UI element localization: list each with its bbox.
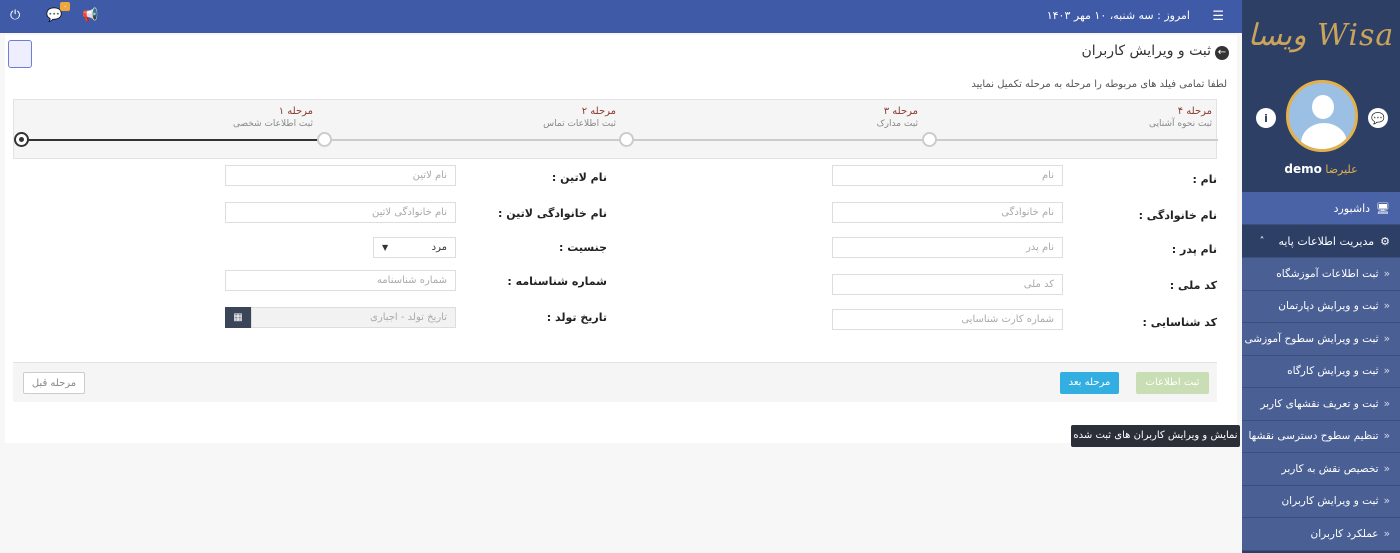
- double-chevron-icon: «: [1383, 462, 1390, 475]
- instruction-text: لطفا تمامی فیلد های مربوطه را مرحله به م…: [971, 79, 1227, 90]
- step-4[interactable]: مرحله ۴ ثبت نحوه آشنایی: [1149, 106, 1212, 129]
- name-input[interactable]: نام: [832, 165, 1063, 186]
- double-chevron-icon: «: [1383, 495, 1390, 508]
- step-1[interactable]: مرحله ۱ ثبت اطلاعات شخصی: [233, 106, 313, 129]
- form-panel: ←ثبت و ویرایش کاربران لطفا تمامی فیلد ها…: [5, 35, 1237, 443]
- sidebar-tooltip: نمایش و ویرایش کاربران های ثبت شده: [1071, 425, 1240, 447]
- latin-name-input[interactable]: نام لاتین: [225, 165, 456, 186]
- notification-badge: ۰: [60, 2, 71, 11]
- sidebar: Wisa ویسا 💬 i علیرضا demo 🖥 داشبورد ⚙ مد…: [1242, 0, 1400, 553]
- gender-label: جنسیت :: [559, 241, 607, 254]
- name-label: نام :: [1192, 173, 1217, 186]
- sidebar-item-levels[interactable]: «ثبت و ویرایش سطوح آموزشی: [1242, 323, 1400, 356]
- family-label: نام خانوادگی :: [1138, 209, 1217, 222]
- power-icon[interactable]: ⏻: [10, 8, 20, 23]
- prev-step-button[interactable]: مرحله قبل: [23, 372, 85, 394]
- step-dot-4[interactable]: [922, 132, 937, 147]
- sidebar-item-access-levels[interactable]: «تنظیم سطوح دسترسی نقشها: [1242, 420, 1400, 453]
- info-icon[interactable]: i: [1256, 108, 1276, 128]
- profile-area: 💬 i علیرضا demo: [1242, 70, 1400, 192]
- birth-date-input[interactable]: تاریخ تولد - اجباری: [251, 307, 456, 328]
- sidebar-item-users[interactable]: «ثبت و ویرایش کاربران: [1242, 485, 1400, 518]
- double-chevron-icon: «: [1383, 300, 1390, 313]
- monitor-icon: 🖥: [1376, 201, 1390, 215]
- shenasname-input[interactable]: شماره شناسنامه: [225, 270, 456, 291]
- chat-bubble-icon[interactable]: 💬: [1368, 108, 1388, 128]
- hamburger-menu-icon[interactable]: ☰: [1212, 9, 1224, 24]
- thumbnail-image[interactable]: [8, 40, 32, 68]
- wisa-logo: Wisa ویسا: [1247, 17, 1395, 53]
- calendar-icon[interactable]: ▦: [225, 307, 251, 328]
- user-name: علیرضا demo: [1284, 162, 1358, 176]
- logo-area: Wisa ویسا: [1242, 0, 1400, 70]
- sidebar-group-base-info[interactable]: ⚙ مدیریت اطلاعات پایه ˄: [1242, 225, 1400, 258]
- family-input[interactable]: نام خانوادگی: [832, 202, 1063, 223]
- shenasname-label: شماره شناسنامه :: [507, 275, 607, 288]
- birth-date-label: تاریخ تولد :: [546, 311, 607, 324]
- latin-name-label: نام لاتین :: [551, 171, 607, 184]
- back-arrow-icon[interactable]: ←: [1215, 46, 1229, 60]
- id-code-label: کد شناسایی :: [1142, 316, 1217, 329]
- progress-fill: [22, 139, 327, 141]
- form-footer: ثبت اطلاعات مرحله بعد مرحله قبل: [13, 362, 1217, 402]
- sidebar-item-dashboard[interactable]: 🖥 داشبورد: [1242, 192, 1400, 225]
- national-code-input[interactable]: کد ملی: [832, 274, 1063, 295]
- wizard-stepper: مرحله ۱ ثبت اطلاعات شخصی مرحله ۲ ثبت اطل…: [13, 99, 1218, 159]
- sidebar-item-assign-role[interactable]: «تخصیص نقش به کاربر: [1242, 453, 1400, 486]
- save-button[interactable]: ثبت اطلاعات: [1136, 372, 1209, 394]
- avatar: [1286, 80, 1358, 152]
- latin-family-label: نام خانوادگی لاتین :: [498, 207, 607, 220]
- double-chevron-icon: «: [1383, 397, 1390, 410]
- step-dot-3[interactable]: [619, 132, 634, 147]
- sidebar-item-school-info[interactable]: «ثبت اطلاعات آموزشگاه: [1242, 258, 1400, 291]
- sidebar-item-departments[interactable]: «ثبت و ویرایش دپارتمان: [1242, 290, 1400, 323]
- chevron-up-icon: ˄: [1259, 235, 1265, 247]
- father-label: نام پدر :: [1171, 243, 1217, 256]
- today-date: امروز : سه شنبه، ۱۰ مهر ۱۴۰۳: [1046, 9, 1190, 22]
- step-dot-current[interactable]: [14, 132, 29, 147]
- caret-down-icon: ▼: [382, 243, 389, 252]
- megaphone-icon[interactable]: 📢: [82, 8, 98, 23]
- double-chevron-icon: «: [1383, 430, 1390, 443]
- latin-family-input[interactable]: نام خانوادگی لاتین: [225, 202, 456, 223]
- gender-select[interactable]: مرد ▼: [373, 237, 456, 258]
- double-chevron-icon: «: [1383, 267, 1390, 280]
- father-input[interactable]: نام پدر: [832, 237, 1063, 258]
- page-title: ←ثبت و ویرایش کاربران: [1082, 43, 1229, 60]
- double-chevron-icon: «: [1383, 365, 1390, 378]
- national-code-label: کد ملی :: [1169, 279, 1217, 292]
- double-chevron-icon: «: [1383, 527, 1390, 540]
- sidebar-item-workshops[interactable]: «ثبت و ویرایش کارگاه: [1242, 355, 1400, 388]
- double-chevron-icon: «: [1383, 332, 1390, 345]
- top-bar: ☰ امروز : سه شنبه، ۱۰ مهر ۱۴۰۳ 📢 💬 ۰ ⏻: [0, 0, 1242, 33]
- sidebar-item-user-activity[interactable]: «عملکرد کاربران: [1242, 518, 1400, 551]
- main-content: ←ثبت و ویرایش کاربران لطفا تمامی فیلد ها…: [0, 33, 1242, 553]
- sidebar-item-roles[interactable]: «ثبت و تعریف نقشهای کاربر: [1242, 388, 1400, 421]
- id-code-input[interactable]: شماره کارت شناسایی: [832, 309, 1063, 330]
- step-2[interactable]: مرحله ۲ ثبت اطلاعات تماس: [543, 106, 616, 129]
- step-dot-2[interactable]: [317, 132, 332, 147]
- step-3[interactable]: مرحله ۳ ثبت مدارک: [877, 106, 918, 129]
- gears-icon: ⚙: [1380, 234, 1390, 248]
- next-step-button[interactable]: مرحله بعد: [1060, 372, 1119, 394]
